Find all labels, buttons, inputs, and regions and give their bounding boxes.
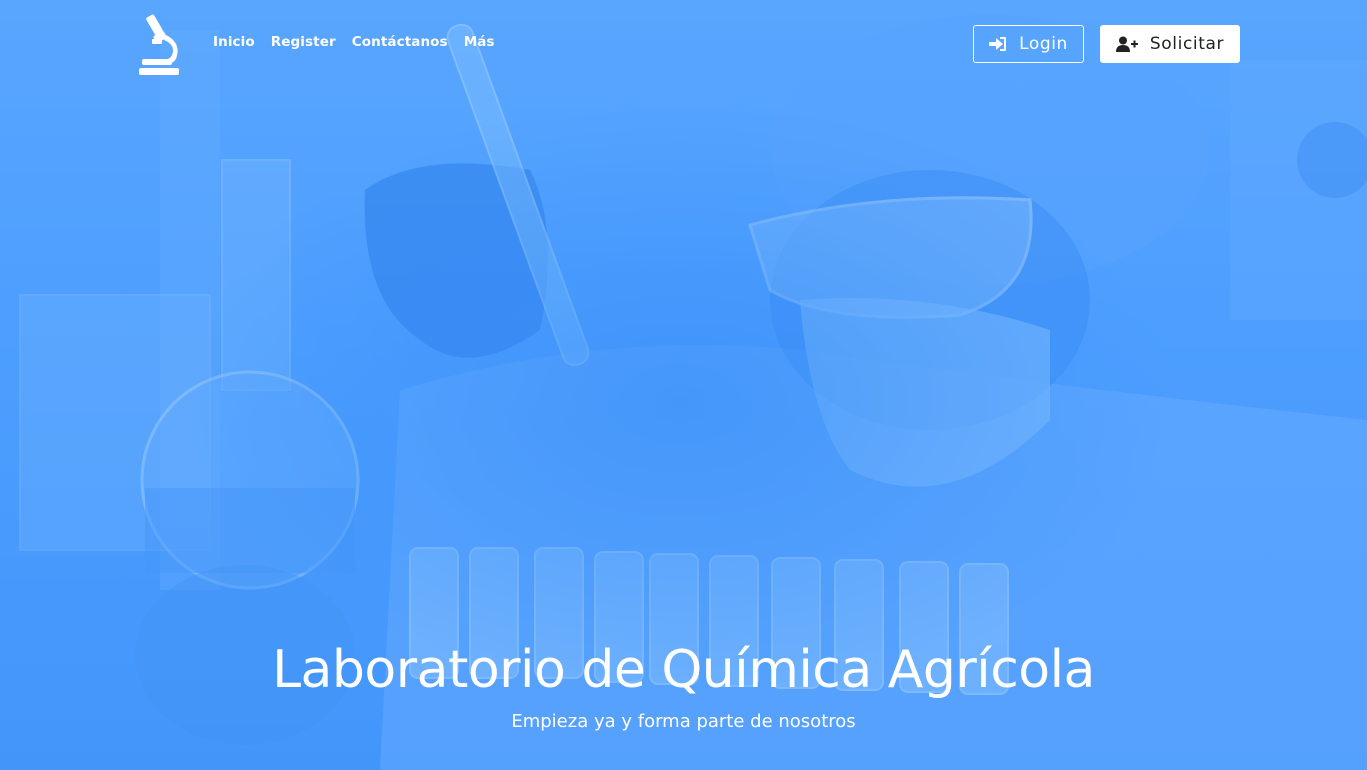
login-label: Login	[1019, 34, 1068, 54]
nav-links: Inicio Register Contáctanos Más	[213, 34, 495, 50]
microscope-icon	[139, 14, 179, 75]
nav-link-register[interactable]: Register	[271, 34, 336, 50]
brand-logo[interactable]	[136, 13, 182, 75]
nav-link-inicio[interactable]: Inicio	[213, 34, 255, 50]
user-plus-icon	[1115, 36, 1138, 52]
sign-in-icon	[989, 37, 1007, 51]
login-button[interactable]: Login	[973, 25, 1084, 63]
nav-link-mas[interactable]: Más	[464, 34, 495, 50]
hero-subtitle: Empieza ya y forma parte de nosotros	[511, 711, 856, 732]
nav-link-contactanos[interactable]: Contáctanos	[352, 34, 448, 50]
solicitar-label: Solicitar	[1149, 34, 1225, 54]
navbar: Inicio Register Contáctanos Más Login So…	[0, 0, 1367, 90]
hero-title: Laboratorio de Química Agrícola	[272, 640, 1095, 700]
solicitar-button[interactable]: Solicitar	[1100, 25, 1240, 63]
